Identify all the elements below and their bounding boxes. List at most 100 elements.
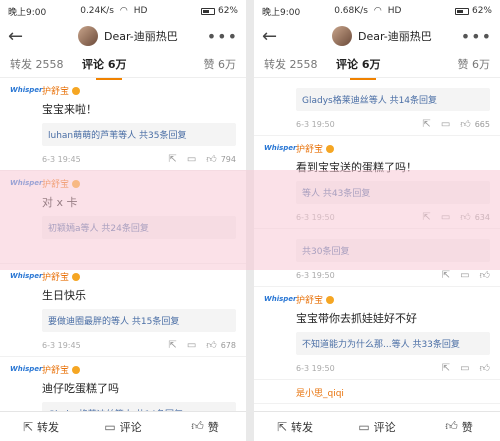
commenter-row: 护舒宝	[42, 177, 236, 190]
back-arrow-icon[interactable]: ←	[8, 26, 38, 47]
thumb-up-icon: 👍︎	[445, 419, 458, 433]
commenter-name[interactable]: 护舒宝	[42, 363, 69, 376]
reply-icon[interactable]: ▭	[441, 119, 450, 130]
like-label: 赞	[461, 420, 473, 434]
wifi-icon: ◠	[119, 6, 128, 16]
commenter-row: 护舒宝	[42, 270, 236, 283]
comment-meta: 6-3 19:50 ⇱ ▭ 👍︎	[296, 268, 490, 282]
repost-button[interactable]: ⇱ 转发	[0, 419, 82, 435]
commenter-name[interactable]: 护舒宝	[296, 142, 323, 155]
share-icon: ⇱	[22, 419, 34, 434]
tab-like[interactable]: 赞 6万	[458, 56, 491, 72]
comment-text: 生日快乐	[42, 289, 86, 302]
commenter-logo[interactable]: Whisper	[10, 179, 42, 193]
like-button[interactable]: 👍︎ 赞	[418, 419, 500, 435]
comment-actions: ⇱ ▭ 👍︎ 678	[168, 339, 236, 352]
share-icon[interactable]: ⇱	[422, 212, 430, 223]
bottom-action-bar: ⇱ 转发 ▭ 评论 👍︎ 赞	[254, 411, 500, 441]
reply-icon: ▭	[104, 419, 116, 434]
comment-button[interactable]: ▭ 评论	[82, 419, 164, 435]
share-icon[interactable]: ⇱	[168, 340, 176, 351]
repost-label: 转发	[37, 420, 60, 434]
comment-item: Gladys格莱迪丝等人 共14条回复 6-3 19:50 ⇱ ▭ 👍︎ 665	[254, 78, 500, 136]
thumb-up-icon[interactable]: 👍︎	[206, 339, 216, 351]
commenter-logo[interactable]: Whisper	[264, 144, 296, 158]
battery-icon	[200, 7, 215, 15]
share-icon: ⇱	[276, 419, 288, 434]
like-button[interactable]: 👍︎ 赞	[164, 419, 246, 435]
commenter-logo[interactable]: Whisper	[264, 295, 296, 309]
tab-bar: 转发 2558 评论 6万 赞 6万	[254, 50, 500, 80]
reply-summary[interactable]: luhan萌萌的芦苇等人 共35条回复	[42, 123, 236, 146]
network-info: 0.24K/s ◠ HD	[80, 6, 201, 16]
comment-label: 评论	[373, 420, 396, 434]
signal-label: HD	[387, 6, 402, 16]
comment-actions: ⇱ ▭ 👍︎	[442, 269, 490, 282]
commenter-logo[interactable]: Whisper	[10, 86, 42, 100]
comment-item: Whisper 护舒宝 宝宝带你去抓娃娃好不好 不知道能力为什么那...等人 共…	[254, 287, 500, 380]
tab-like[interactable]: 赞 6万	[204, 56, 237, 72]
reply-icon[interactable]: ▭	[441, 212, 450, 223]
tab-repost[interactable]: 转发 2558	[10, 56, 82, 72]
reply-summary[interactable]: 初颖嫣a等人 共24条回复	[42, 216, 236, 239]
tab-comment[interactable]: 评论 6万	[82, 56, 126, 80]
more-dots-icon[interactable]: •••	[207, 27, 238, 46]
comment-button[interactable]: ▭ 评论	[336, 419, 418, 435]
comment-text: 对 x 卡	[42, 196, 78, 209]
comment-feed[interactable]: Gladys格莱迪丝等人 共14条回复 6-3 19:50 ⇱ ▭ 👍︎ 665…	[254, 78, 500, 411]
reply-summary[interactable]: Gladys格莱迪丝等人 共14条回复	[42, 402, 236, 411]
thumb-up-icon[interactable]: 👍︎	[460, 211, 470, 223]
battery: 62%	[200, 6, 238, 16]
share-icon[interactable]: ⇱	[442, 270, 450, 281]
tab-comment[interactable]: 评论 6万	[336, 56, 380, 80]
thumb-up-icon[interactable]: 👍︎	[206, 153, 216, 165]
commenter-logo[interactable]: Whisper	[10, 272, 42, 286]
battery-icon	[454, 7, 469, 15]
reply-icon[interactable]: ▭	[187, 340, 196, 351]
battery-fill	[456, 9, 464, 13]
commenter-name[interactable]: 护舒宝	[42, 84, 69, 97]
reply-icon[interactable]: ▭	[460, 363, 469, 374]
reply-summary[interactable]: Gladys格莱迪丝等人 共14条回复	[296, 88, 490, 111]
thumb-up-icon[interactable]: 👍︎	[460, 118, 470, 130]
repost-button[interactable]: ⇱ 转发	[254, 419, 336, 435]
verified-badge-icon	[72, 179, 81, 188]
commenter-name[interactable]: 是小思_qiqi	[296, 386, 344, 399]
tab-repost[interactable]: 转发 2558	[264, 56, 336, 72]
more-dots-icon[interactable]: •••	[461, 27, 492, 46]
reply-summary[interactable]: 等人 共43条回复	[296, 181, 490, 204]
share-icon[interactable]: ⇱	[442, 363, 450, 374]
verified-badge-icon	[326, 295, 335, 304]
battery-percent: 62%	[471, 6, 492, 16]
like-count: 794	[220, 154, 236, 164]
avatar[interactable]	[78, 26, 98, 46]
commenter-logo[interactable]: Whisper	[10, 365, 42, 379]
comment-feed[interactable]: Whisper 护舒宝 宝宝来啦！ luhan萌萌的芦苇等人 共35条回复 6-…	[0, 78, 246, 411]
comment-actions: ⇱ ▭ 👍︎ 665	[422, 118, 490, 131]
comment-label: 评论	[119, 420, 142, 434]
page-header: ← Dear-迪丽热巴 •••	[254, 22, 500, 50]
thumb-up-icon[interactable]: 👍︎	[480, 362, 490, 374]
comment-time: 6-3 19:50	[296, 363, 335, 373]
reply-summary[interactable]: 共30条回复	[296, 239, 490, 262]
reply-summary[interactable]: 要做迪圈最胖的等人 共15条回复	[42, 309, 236, 332]
reply-summary[interactable]: 不知道能力为什么那...等人 共33条回复	[296, 332, 490, 355]
share-icon[interactable]: ⇱	[168, 154, 176, 165]
back-arrow-icon[interactable]: ←	[262, 26, 292, 47]
page-title: Dear-迪丽热巴	[358, 30, 432, 43]
comment-meta: 6-3 19:50 ⇱ ▭ 👍︎ 634	[296, 210, 490, 224]
commenter-name[interactable]: 护舒宝	[42, 270, 69, 283]
phone-screen-left: 晚上9:00 0.24K/s ◠ HD 62% ← Dear-迪丽热巴 ••• …	[0, 0, 246, 441]
comment-time: 6-3 19:45	[42, 154, 81, 164]
commenter-name[interactable]: 护舒宝	[42, 177, 69, 190]
thumb-up-icon[interactable]: 👍︎	[480, 269, 490, 281]
share-icon[interactable]: ⇱	[422, 119, 430, 130]
avatar[interactable]	[332, 26, 352, 46]
like-count: 634	[474, 212, 490, 222]
status-bar: 晚上9:00 0.24K/s ◠ HD 62%	[0, 0, 246, 22]
comment-time: 6-3 19:50	[296, 212, 335, 222]
verified-badge-icon	[72, 86, 81, 95]
reply-icon[interactable]: ▭	[460, 270, 469, 281]
commenter-name[interactable]: 护舒宝	[296, 293, 323, 306]
reply-icon[interactable]: ▭	[187, 154, 196, 165]
